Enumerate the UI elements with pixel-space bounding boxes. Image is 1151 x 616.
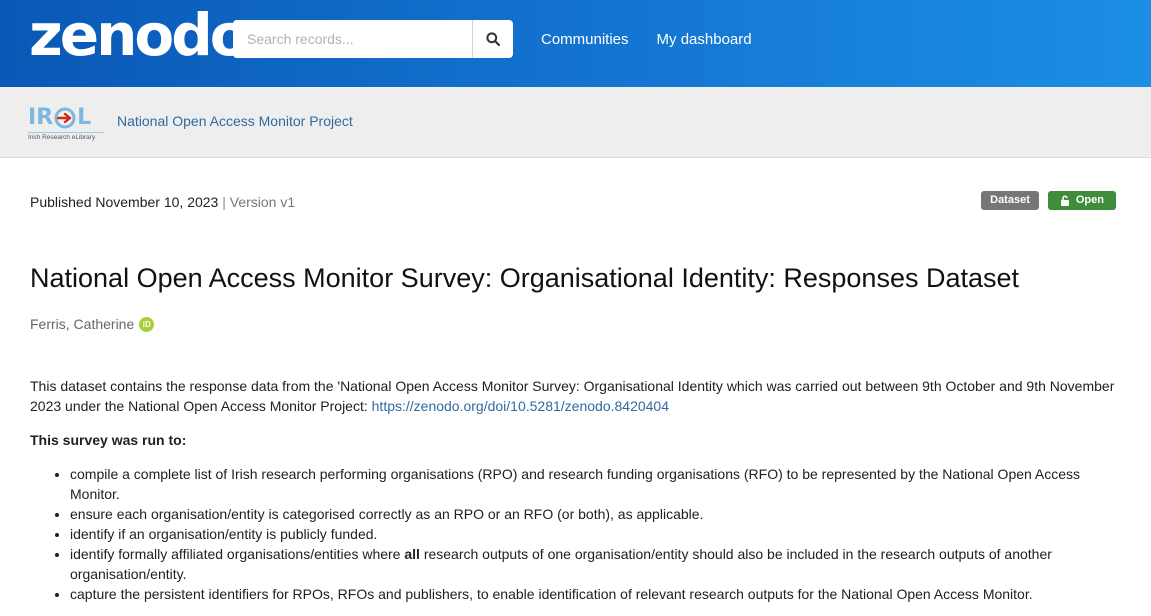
irel-wordmark: I R L [28,105,104,131]
zenodo-logo[interactable]: zenodo [29,6,250,64]
record-meta: Published November 10, 2023 | Version v1 [30,194,295,210]
irel-e-icon [54,107,76,129]
purpose-list: compile a complete list of Irish researc… [30,464,1120,604]
search-input[interactable] [233,20,472,58]
search-box [233,20,513,58]
search-icon [486,32,500,46]
nav-communities[interactable]: Communities [541,31,629,48]
community-name-link[interactable]: National Open Access Monitor Project [117,113,353,129]
resource-type-label: Dataset [990,194,1030,206]
related-doi-link[interactable]: https://zenodo.org/doi/10.5281/zenodo.84… [372,398,669,414]
published-date: Published November 10, 2023 [30,194,219,210]
record-badges: Dataset Open [981,191,1116,210]
description-subheading: This survey was run to: [30,430,1120,450]
list-item: identify if an organisation/entity is pu… [70,524,1120,544]
access-status-badge[interactable]: Open [1047,191,1116,210]
community-logo[interactable]: I R L Irish Research eLibrary [28,105,104,143]
main-nav: Communities My dashboard [541,31,752,48]
record-description: This dataset contains the response data … [30,376,1120,604]
nav-my-dashboard[interactable]: My dashboard [657,31,752,48]
meta-separator: | [222,194,226,210]
unlock-icon [1060,195,1069,206]
resource-type-badge: Dataset [981,191,1039,210]
version-label: Version v1 [229,194,296,210]
list-item: identify formally affiliated organisatio… [70,544,1120,584]
top-header: zenodo Communities My dashboard [0,0,1151,87]
record-title: National Open Access Monitor Survey: Org… [30,263,1020,293]
description-intro: This dataset contains the response data … [30,376,1120,416]
irel-letter-l: L [77,105,92,130]
irel-letter-i: I [28,105,37,130]
irel-letter-r: R [36,105,54,130]
access-status-label: Open [1075,194,1104,206]
list-item: capture the persistent identifiers for R… [70,584,1120,604]
list-item: ensure each organisation/entity is categ… [70,504,1120,524]
list-item: compile a complete list of Irish researc… [70,464,1120,504]
list-item-bold: all [404,546,420,562]
author-name[interactable]: Ferris, Catherine [30,316,134,332]
list-item-text-before: identify formally affiliated organisatio… [70,546,405,562]
creators: Ferris, Catherine iD [30,316,155,332]
subheading-text: This survey was run to: [30,432,187,448]
search-button[interactable] [472,20,513,58]
irel-caption: Irish Research eLibrary [28,132,104,141]
orcid-icon[interactable]: iD [139,316,155,332]
